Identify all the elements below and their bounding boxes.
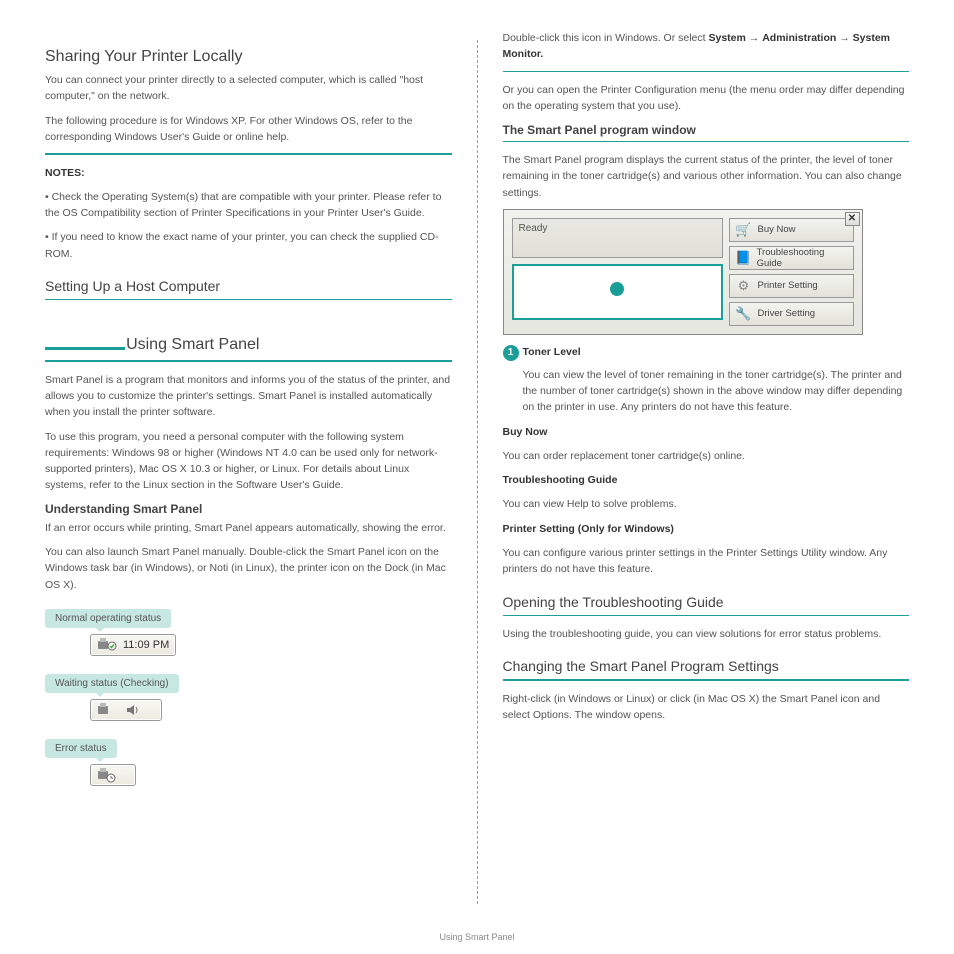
divider-r3 <box>503 615 910 617</box>
status-text: Ready <box>519 223 548 234</box>
ps-h: Printer Setting (Only for Windows) <box>503 523 674 535</box>
divider-2 <box>45 299 452 301</box>
note-2: • If you need to know the exact name of … <box>45 229 452 262</box>
ps-p: You can configure various printer settin… <box>503 545 910 578</box>
status-label-waiting: Waiting status (Checking) <box>45 674 179 693</box>
smartpanel-dialog: ✕ Ready 🛒 Buy Now 📘 <box>503 209 863 335</box>
callout-number: 1 <box>503 345 519 361</box>
understanding-p: If an error occurs while printing, Smart… <box>45 520 452 536</box>
open-printer-p: Or you can open the Printer Configuratio… <box>503 82 910 115</box>
callout-label: Toner Level <box>523 346 581 358</box>
opening-heading: Opening the Troubleshooting Guide <box>503 594 910 610</box>
right-column: Double-click this icon in Windows. Or se… <box>478 30 935 944</box>
tray-widget-waiting[interactable] <box>90 699 162 721</box>
status-label-error: Error status <box>45 739 117 758</box>
open-path-line: Double-click this icon in Windows. Or se… <box>503 30 910 63</box>
close-icon[interactable]: ✕ <box>845 212 860 226</box>
callout-1: 1 Toner Level <box>503 345 910 361</box>
driver-setting-button[interactable]: 🔧 Driver Setting <box>729 302 854 326</box>
note-1: • Check the Operating System(s) that are… <box>45 189 452 222</box>
divider-r1 <box>503 71 910 73</box>
launch-p: You can also launch Smart Panel manually… <box>45 544 452 593</box>
buy-now-label: Buy Now <box>758 224 796 235</box>
tray-widget-normal[interactable]: 11:09 PM <box>90 634 176 656</box>
status-label-normal: Normal operating status <box>45 609 171 628</box>
page-footer: Using Smart Panel <box>0 932 954 942</box>
wrench-icon: 🔧 <box>735 305 753 323</box>
troubleshooting-label: Troubleshooting Guide <box>757 247 848 269</box>
progwin-heading: The Smart Panel program window <box>503 123 910 137</box>
left-column: Sharing Your Printer Locally You can con… <box>20 30 477 944</box>
changing-p: Right-click (in Windows or Linux) or cli… <box>503 691 910 724</box>
gear-icon: ⚙ <box>735 277 753 295</box>
sharing-para1a: You can connect your printer directly to… <box>45 72 452 105</box>
divider-3 <box>45 360 452 362</box>
trouble-h: Troubleshooting Guide <box>503 474 618 486</box>
accent-bar <box>45 347 125 350</box>
status-panel: Ready <box>512 218 723 258</box>
divider-1 <box>45 153 452 155</box>
sound-icon <box>123 702 143 718</box>
book-icon: 📘 <box>735 249 752 267</box>
toner-level-marker <box>610 282 624 296</box>
understanding-heading: Understanding Smart Panel <box>45 502 452 516</box>
printer-icon <box>97 702 117 718</box>
divider-r4 <box>503 679 910 681</box>
smartpanel-p1: Smart Panel is a program that monitors a… <box>45 372 452 421</box>
printer-ok-icon <box>97 637 117 653</box>
trouble-p: You can view Help to solve problems. <box>503 496 910 512</box>
smartpanel-p2: To use this program, you need a personal… <box>45 429 452 494</box>
divider-r2 <box>503 141 910 143</box>
opening-p: Using the troubleshooting guide, you can… <box>503 626 910 642</box>
printer-setting-button[interactable]: ⚙ Printer Setting <box>729 274 854 298</box>
troubleshooting-button[interactable]: 📘 Troubleshooting Guide <box>729 246 854 270</box>
tray-time-text: 11:09 PM <box>123 639 169 651</box>
buy-now-button[interactable]: 🛒 Buy Now <box>729 218 854 242</box>
smartpanel-heading: Using Smart Panel <box>126 336 259 354</box>
tray-widget-error[interactable] <box>90 764 136 786</box>
notes-label: NOTES: <box>45 167 85 179</box>
cart-icon: 🛒 <box>735 221 753 239</box>
progwin-p: The Smart Panel program displays the cur… <box>503 152 910 201</box>
toner-level-panel <box>512 264 723 320</box>
sharing-para1b: The following procedure is for Windows X… <box>45 113 452 146</box>
sharing-heading: Sharing Your Printer Locally <box>45 48 452 66</box>
callout-text: You can view the level of toner remainin… <box>523 367 910 416</box>
changing-heading: Changing the Smart Panel Program Setting… <box>503 658 910 674</box>
host-heading: Setting Up a Host Computer <box>45 278 452 294</box>
printer-setting-label: Printer Setting <box>758 280 818 291</box>
printer-clock-icon <box>97 767 117 783</box>
driver-setting-label: Driver Setting <box>758 308 816 319</box>
buynow-h: Buy Now <box>503 426 548 438</box>
buynow-p: You can order replacement toner cartridg… <box>503 448 910 464</box>
